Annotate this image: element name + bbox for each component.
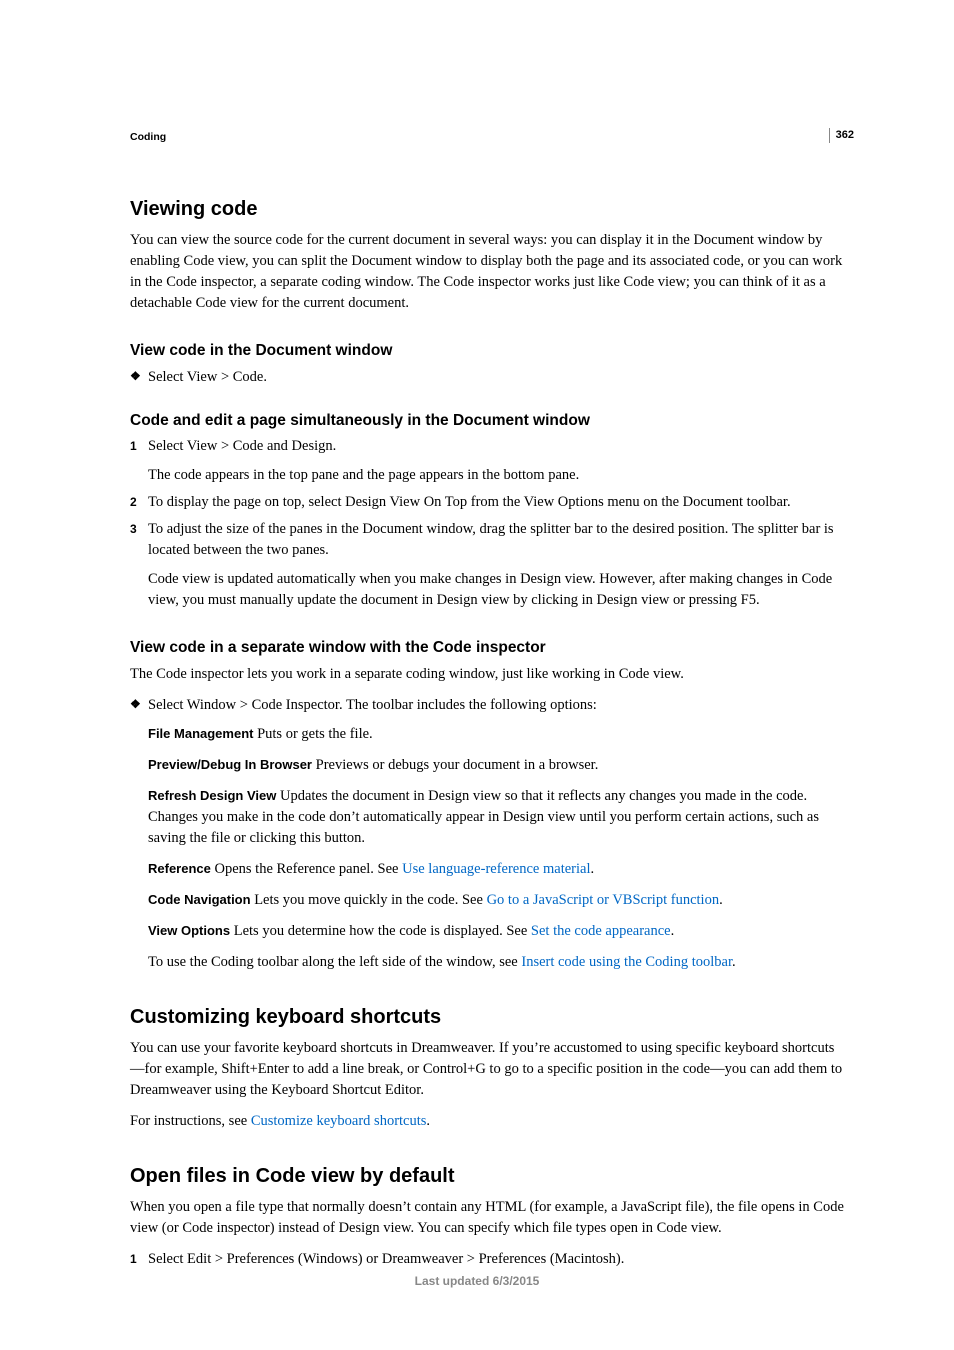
step-note: The code appears in the top pane and the… bbox=[148, 465, 844, 486]
list-item: To display the page on top, select Desig… bbox=[148, 492, 844, 513]
definition-item: View Options Lets you determine how the … bbox=[148, 921, 844, 942]
step-number: 3 bbox=[130, 519, 148, 611]
paragraph: For instructions, see Customize keyboard… bbox=[130, 1111, 844, 1132]
step-number: 2 bbox=[130, 492, 148, 513]
definition-text: Lets you move quickly in the code. See bbox=[251, 892, 487, 908]
step-text: To adjust the size of the panes in the D… bbox=[148, 521, 834, 558]
page-number: 362 bbox=[829, 128, 854, 143]
list-item: Select Edit > Preferences (Windows) or D… bbox=[148, 1249, 844, 1270]
paragraph: You can view the source code for the cur… bbox=[130, 230, 844, 314]
link-language-reference[interactable]: Use language-reference material bbox=[402, 861, 590, 877]
definition-item: Reference Opens the Reference panel. See… bbox=[148, 859, 844, 880]
definition-text: Previews or debugs your document in a br… bbox=[312, 757, 598, 773]
link-coding-toolbar[interactable]: Insert code using the Coding toolbar bbox=[521, 954, 732, 970]
step-text: Select View > Code and Design. bbox=[148, 438, 336, 454]
list-item: To adjust the size of the panes in the D… bbox=[148, 519, 844, 611]
period: . bbox=[732, 954, 736, 970]
list-item: Select Window > Code Inspector. The tool… bbox=[148, 695, 844, 716]
paragraph: To use the Coding toolbar along the left… bbox=[148, 952, 844, 973]
heading-code-edit-simultaneously: Code and edit a page simultaneously in t… bbox=[130, 410, 844, 432]
heading-code-inspector: View code in a separate window with the … bbox=[130, 637, 844, 659]
definition-item: Preview/Debug In Browser Previews or deb… bbox=[148, 755, 844, 776]
definition-text: Lets you determine how the code is displ… bbox=[230, 923, 531, 939]
heading-viewing-code: Viewing code bbox=[130, 195, 844, 224]
list-item: Select View > Code. bbox=[148, 367, 844, 388]
link-set-code-appearance[interactable]: Set the code appearance bbox=[531, 923, 671, 939]
heading-open-files-code-view: Open files in Code view by default bbox=[130, 1162, 844, 1191]
definition-text: To use the Coding toolbar along the left… bbox=[148, 954, 521, 970]
paragraph: The Code inspector lets you work in a se… bbox=[130, 664, 844, 685]
period: . bbox=[426, 1113, 430, 1129]
definition-term: Preview/Debug In Browser bbox=[148, 757, 312, 772]
period: . bbox=[591, 861, 595, 877]
text: For instructions, see bbox=[130, 1113, 251, 1129]
definition-text: Opens the Reference panel. See bbox=[211, 861, 402, 877]
definition-item: Code Navigation Lets you move quickly in… bbox=[148, 890, 844, 911]
footer-last-updated: Last updated 6/3/2015 bbox=[0, 1273, 954, 1290]
definition-term: Reference bbox=[148, 861, 211, 876]
definition-item: File Management Puts or gets the file. bbox=[148, 724, 844, 745]
bullet-icon: ❖ bbox=[130, 367, 148, 388]
paragraph: You can use your favorite keyboard short… bbox=[130, 1038, 844, 1101]
paragraph: When you open a file type that normally … bbox=[130, 1197, 844, 1239]
list-item: Select View > Code and Design. The code … bbox=[148, 436, 844, 486]
definition-term: Refresh Design View bbox=[148, 788, 276, 803]
definition-text: Puts or gets the file. bbox=[253, 726, 372, 742]
period: . bbox=[719, 892, 723, 908]
link-customize-shortcuts[interactable]: Customize keyboard shortcuts bbox=[251, 1113, 427, 1129]
definition-term: File Management bbox=[148, 726, 253, 741]
step-number: 1 bbox=[130, 1249, 148, 1270]
period: . bbox=[671, 923, 675, 939]
heading-customizing-shortcuts: Customizing keyboard shortcuts bbox=[130, 1003, 844, 1032]
step-number: 1 bbox=[130, 436, 148, 486]
link-goto-function[interactable]: Go to a JavaScript or VBScript function bbox=[487, 892, 720, 908]
definition-term: Code Navigation bbox=[148, 892, 251, 907]
definition-term: View Options bbox=[148, 923, 230, 938]
step-note: Code view is updated automatically when … bbox=[148, 569, 844, 611]
definition-item: Refresh Design View Updates the document… bbox=[148, 786, 844, 849]
section-label: Coding bbox=[130, 130, 844, 145]
heading-view-code-document-window: View code in the Document window bbox=[130, 340, 844, 362]
bullet-icon: ❖ bbox=[130, 695, 148, 716]
